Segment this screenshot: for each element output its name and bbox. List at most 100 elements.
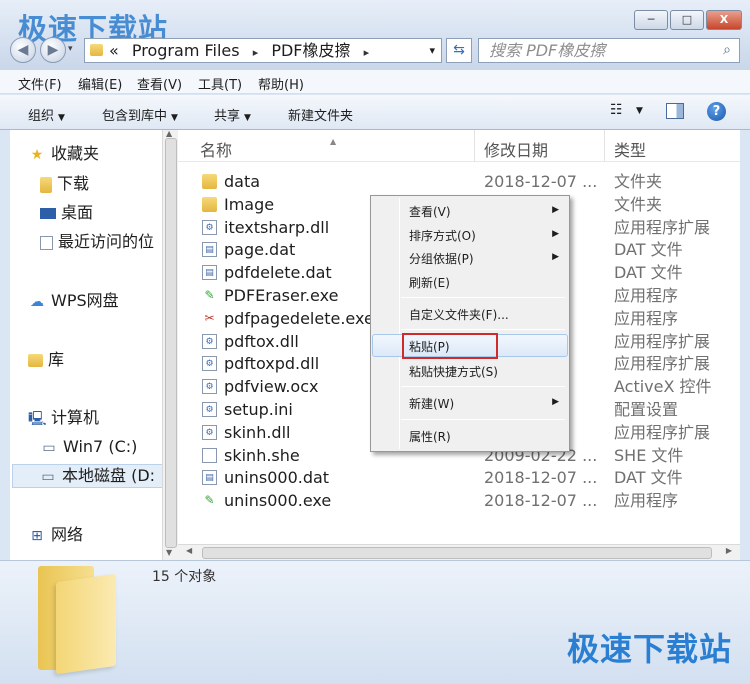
recent-pages-dropdown[interactable]: ▾	[68, 44, 73, 54]
file-type: DAT 文件	[614, 240, 683, 260]
column-divider[interactable]	[604, 130, 605, 162]
scroll-right-icon[interactable]: ▶	[726, 546, 732, 555]
forward-button[interactable]: ▶	[40, 37, 66, 63]
file-row[interactable]: data 2018-12-07 ... 文件夹	[178, 170, 740, 193]
nav-desktop[interactable]: 桌面	[40, 202, 93, 226]
file-name: skinh.she	[224, 445, 300, 465]
nav-drive-d[interactable]: ▭ 本地磁盘 (D:	[12, 464, 162, 488]
nav-recent[interactable]: 最近访问的位	[40, 231, 154, 255]
column-date[interactable]: 修改日期	[484, 137, 548, 161]
menu-item-view[interactable]: 查看(V)	[409, 203, 451, 220]
column-headers: ▲ 名称 修改日期 类型	[178, 130, 740, 162]
back-button[interactable]: ◀	[10, 37, 36, 63]
menu-item-properties[interactable]: 属性(R)	[409, 428, 451, 445]
file-row[interactable]: ▤ unins000.dat 2018-12-07 ... DAT 文件	[178, 466, 740, 489]
menu-separator	[401, 329, 565, 330]
address-prefix[interactable]: «	[109, 41, 119, 60]
breadcrumb-separator-icon[interactable]: ▸	[364, 46, 370, 59]
scroll-up-icon[interactable]: ▲	[166, 129, 172, 138]
view-dropdown-icon[interactable]: ▼	[636, 106, 643, 116]
nav-library[interactable]: 库	[28, 349, 64, 373]
nav-wps-label: WPS网盘	[51, 291, 119, 310]
menu-item-paste-shortcut[interactable]: 粘贴快捷方式(S)	[409, 363, 498, 380]
organize-button[interactable]: 组织 ▼	[28, 105, 65, 124]
cloud-icon: ☁	[30, 293, 44, 310]
new-folder-button[interactable]: 新建文件夹	[288, 105, 353, 124]
address-dropdown-icon[interactable]: ▾	[429, 39, 435, 62]
breadcrumb-pdf-eraser[interactable]: PDF橡皮擦	[271, 41, 350, 60]
chevron-down-icon: ▼	[244, 113, 251, 123]
help-icon[interactable]: ?	[707, 102, 726, 121]
nav-desktop-label: 桌面	[61, 203, 94, 222]
menu-edit[interactable]: 编辑(E)	[78, 74, 122, 93]
dll-file-icon: ⚙	[202, 379, 217, 395]
nav-favorites[interactable]: ★ 收藏夹	[28, 143, 99, 167]
file-row[interactable]: ✎ unins000.exe 2018-12-07 ... 应用程序	[178, 489, 740, 512]
menu-view[interactable]: 查看(V)	[137, 74, 182, 93]
nav-downloads-label: 下载	[57, 174, 90, 193]
menu-file[interactable]: 文件(F)	[18, 74, 62, 93]
close-button[interactable]: X	[706, 10, 742, 30]
include-in-library-button[interactable]: 包含到库中 ▼	[102, 105, 178, 124]
breadcrumb-separator-icon[interactable]: ▸	[253, 46, 259, 59]
forward-arrow-icon: ▶	[47, 42, 59, 58]
scroll-left-icon[interactable]: ◀	[186, 546, 192, 555]
nav-network[interactable]: ⊞ 网络	[28, 524, 83, 548]
nav-computer[interactable]: 🖳 计算机	[28, 407, 99, 431]
paste-highlight-annotation	[402, 333, 498, 359]
maximize-button[interactable]: □	[670, 10, 704, 30]
organize-label: 组织	[28, 109, 55, 124]
file-type: 应用程序扩展	[614, 354, 711, 374]
search-input[interactable]: 搜索 PDF橡皮擦 ⌕	[478, 38, 740, 63]
blank-file-icon	[202, 447, 217, 463]
nav-scrollbar[interactable]: ▲ ▼	[162, 129, 178, 560]
nav-scroll-thumb[interactable]	[165, 138, 177, 548]
search-icon[interactable]: ⌕	[723, 39, 731, 62]
horizontal-scrollbar[interactable]: ◀ ▶	[178, 544, 740, 560]
folder-large-icon	[38, 566, 116, 675]
submenu-arrow-icon: ▶	[552, 397, 559, 407]
menu-item-refresh[interactable]: 刷新(E)	[409, 274, 450, 291]
menu-separator	[401, 297, 565, 298]
recent-places-icon	[40, 235, 53, 250]
file-name: data	[224, 172, 261, 191]
nav-drive-c[interactable]: ▭ Win7 (C:)	[40, 436, 137, 460]
preview-pane-icon[interactable]	[666, 103, 684, 119]
file-type: 配置设置	[614, 400, 679, 419]
dll-file-icon: ⚙	[202, 333, 217, 349]
sort-indicator-icon: ▲	[330, 137, 337, 146]
file-name: pdfdelete.dat	[224, 263, 332, 283]
horizontal-scroll-thumb[interactable]	[202, 547, 712, 559]
scroll-down-icon[interactable]: ▼	[166, 548, 172, 557]
column-divider[interactable]	[474, 130, 475, 162]
file-date: 2018-12-07 ...	[484, 491, 598, 511]
download-folder-icon	[40, 176, 52, 193]
address-bar[interactable]: « Program Files ▸ PDF橡皮擦 ▸ ▾	[84, 38, 442, 63]
file-name: page.dat	[224, 240, 296, 260]
menu-item-customize-folder[interactable]: 自定义文件夹(F)...	[409, 306, 509, 323]
column-name[interactable]: 名称	[200, 137, 232, 161]
menu-item-sort[interactable]: 排序方式(O)	[409, 227, 476, 244]
menu-help[interactable]: 帮助(H)	[258, 74, 304, 93]
file-date: 2018-12-07 ...	[484, 468, 598, 488]
nav-downloads[interactable]: 下载	[40, 173, 89, 197]
file-name: unins000.dat	[224, 468, 330, 488]
dll-file-icon: ⚙	[202, 424, 217, 440]
file-type: ActiveX 控件	[614, 377, 712, 397]
submenu-arrow-icon: ▶	[552, 252, 559, 262]
nav-wps-drive[interactable]: ☁ WPS网盘	[28, 290, 119, 314]
refresh-button[interactable]: ⇆	[446, 38, 472, 63]
context-menu: 查看(V) ▶ 排序方式(O) ▶ 分组依据(P) ▶ 刷新(E) 自定义文件夹…	[370, 195, 570, 452]
breadcrumb-program-files[interactable]: Program Files	[132, 41, 240, 60]
network-icon: ⊞	[31, 527, 43, 544]
menu-tools[interactable]: 工具(T)	[198, 74, 242, 93]
desktop-icon	[40, 208, 56, 219]
menu-item-new[interactable]: 新建(W)	[409, 395, 454, 412]
watermark-bottom: 极速下载站	[566, 630, 732, 668]
view-options-icon[interactable]: ☷	[610, 102, 623, 118]
folder-icon	[202, 196, 217, 212]
menu-item-group[interactable]: 分组依据(P)	[409, 250, 474, 267]
share-button[interactable]: 共享 ▼	[214, 105, 251, 124]
column-type[interactable]: 类型	[614, 137, 646, 161]
minimize-button[interactable]: ─	[634, 10, 668, 30]
